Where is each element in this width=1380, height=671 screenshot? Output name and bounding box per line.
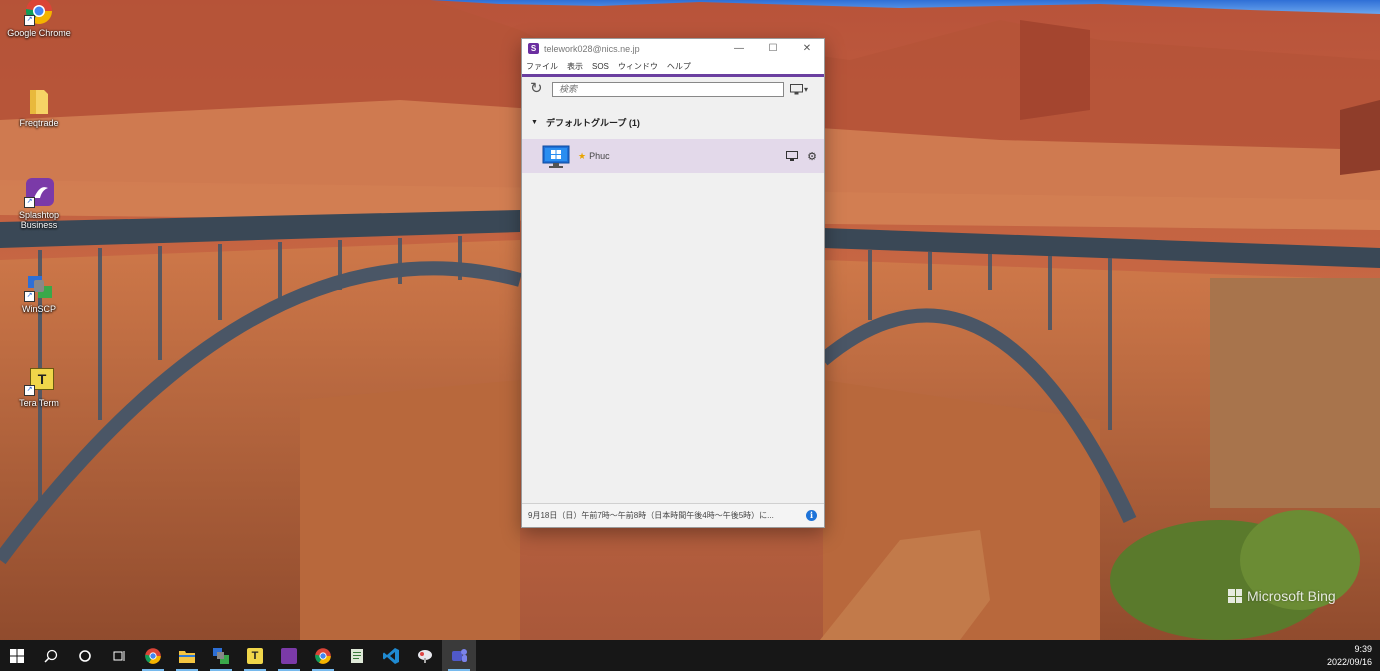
search-input[interactable] <box>552 81 784 97</box>
shortcut-arrow-icon: ↗ <box>24 385 35 396</box>
splashtop-window: S telework028@nics.ne.jp — ☐ ✕ ファイル 表示 S… <box>521 38 825 528</box>
menu-sos[interactable]: SOS <box>592 62 609 71</box>
taskbar-teams[interactable] <box>442 640 476 671</box>
collapse-triangle-icon[interactable]: ▼ <box>531 119 538 126</box>
watermark-text: Microsoft Bing <box>1247 588 1336 604</box>
status-bar: 9月18日（日）午前7時〜午前8時（日本時間午後4時〜午後5時）に... i <box>522 503 824 527</box>
folder-icon <box>24 86 54 116</box>
notepad-icon <box>351 648 363 663</box>
splashtop-icon: ↗ <box>24 178 54 208</box>
favorite-star-icon[interactable]: ★ <box>578 151 586 162</box>
teraterm-icon: T <box>247 647 263 664</box>
menu-help[interactable]: ヘルプ <box>667 61 691 72</box>
winscp-icon: ↗ <box>24 272 54 302</box>
maximize-button[interactable]: ☐ <box>756 39 790 58</box>
minimize-button[interactable]: — <box>722 39 756 58</box>
desktop-icon-freqtrade[interactable]: Freqtrade <box>6 86 72 128</box>
info-icon[interactable]: i <box>806 510 817 521</box>
desktop-icon-label: WinSCP <box>21 304 56 314</box>
task-view-button[interactable] <box>102 640 136 671</box>
network-app-icon <box>213 647 229 664</box>
taskbar-chrome-2[interactable] <box>306 640 340 671</box>
shortcut-arrow-icon: ↗ <box>24 197 35 208</box>
refresh-icon[interactable]: ↻ <box>530 81 546 97</box>
taskbar-teraterm[interactable]: T <box>238 640 272 671</box>
taskbar-clock[interactable]: 9:39 2022/09/16 <box>1327 643 1372 669</box>
taskbar-vscode[interactable] <box>374 640 408 671</box>
start-icon <box>10 648 24 663</box>
group-label: デフォルトグループ (1) <box>545 117 640 128</box>
toolbar: ↻ ▾ <box>522 77 824 101</box>
windows-computer-icon <box>542 145 570 168</box>
window-titlebar[interactable]: S telework028@nics.ne.jp — ☐ ✕ <box>522 39 824 58</box>
window-title: telework028@nics.ne.jp <box>544 43 640 54</box>
computer-row[interactable]: ★ Phuc ⚙ <box>522 139 824 173</box>
desktop-icon-winscp[interactable]: ↗ WinSCP <box>6 272 72 314</box>
taskbar-file-explorer[interactable] <box>170 640 204 671</box>
taskbar-search-button[interactable] <box>34 640 68 671</box>
taskbar-chrome[interactable] <box>136 640 170 671</box>
vscode-icon <box>383 647 399 664</box>
bing-watermark: Microsoft Bing <box>1228 588 1336 604</box>
cortana-icon <box>79 649 91 662</box>
clock-time: 9:39 <box>1354 644 1372 654</box>
desktop-icon-chrome[interactable]: ↗ Google Chrome <box>6 0 72 38</box>
teraterm-icon: T ↗ <box>24 366 54 396</box>
menu-bar: ファイル 表示 SOS ウィンドウ ヘルプ <box>522 58 824 77</box>
menu-view[interactable]: 表示 <box>567 61 583 72</box>
desktop-icon-label: Google Chrome <box>7 28 71 38</box>
shortcut-arrow-icon: ↗ <box>24 15 35 26</box>
chrome-icon: ↗ <box>24 0 54 26</box>
splashtop-icon <box>281 647 297 664</box>
computer-name: Phuc <box>589 151 610 161</box>
windows-logo-icon <box>1228 589 1242 603</box>
cortana-button[interactable] <box>68 640 102 671</box>
task-view-icon <box>113 650 125 661</box>
taskbar-network-app[interactable] <box>204 640 238 671</box>
desktop-icon-teraterm[interactable]: T ↗ Tera Term <box>6 366 72 408</box>
remote-desktop-icon[interactable] <box>786 150 798 162</box>
menu-window[interactable]: ウィンドウ <box>618 61 658 72</box>
file-explorer-icon <box>179 650 195 663</box>
cloud-app-icon <box>418 649 432 663</box>
group-header[interactable]: ▼ デフォルトグループ (1) <box>522 105 824 139</box>
view-mode-dropdown[interactable]: ▾ <box>790 83 809 95</box>
desktop-icon-label: Tera Term <box>19 398 59 408</box>
shortcut-arrow-icon: ↗ <box>24 291 35 302</box>
chevron-down-icon: ▾ <box>804 84 809 94</box>
search-icon <box>44 649 58 663</box>
start-button[interactable] <box>0 640 34 671</box>
desktop-icon-label: Splashtop Business <box>18 210 60 230</box>
gear-icon[interactable]: ⚙ <box>806 150 818 163</box>
desktop-icon-label: Freqtrade <box>19 118 59 128</box>
taskbar-cloud-app[interactable] <box>408 640 442 671</box>
taskbar: T <box>0 640 1380 671</box>
status-message[interactable]: 9月18日（日）午前7時〜午前8時（日本時間午後4時〜午後5時）に... <box>528 510 802 521</box>
taskbar-notepad[interactable] <box>340 640 374 671</box>
menu-file[interactable]: ファイル <box>526 61 558 72</box>
monitor-icon <box>790 83 803 94</box>
chrome-icon <box>315 647 331 664</box>
splashtop-app-icon: S <box>528 43 539 54</box>
close-button[interactable]: ✕ <box>790 39 824 58</box>
desktop-icon-splashtop[interactable]: ↗ Splashtop Business <box>6 178 72 230</box>
taskbar-splashtop[interactable] <box>272 640 306 671</box>
teams-icon <box>452 648 467 662</box>
chrome-icon <box>145 647 161 664</box>
clock-date: 2022/09/16 <box>1326 657 1372 667</box>
